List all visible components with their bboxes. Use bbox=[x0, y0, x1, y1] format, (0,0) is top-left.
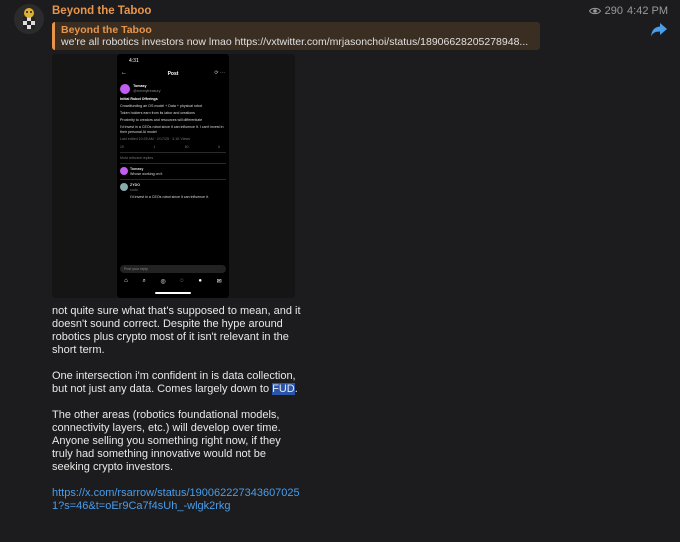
author-avatar bbox=[120, 84, 130, 94]
phone-post: Tomasy @tommytreasury Initial Robot Offe… bbox=[120, 84, 226, 200]
message-body: not quite sure what that's supposed to m… bbox=[52, 305, 302, 526]
home-icon: ⌂ bbox=[124, 278, 128, 284]
reply-preview[interactable]: Beyond the Taboo we're all robotics inve… bbox=[52, 22, 540, 50]
repost-count: 1 bbox=[153, 144, 156, 149]
highlighted-text[interactable]: FUD bbox=[272, 383, 295, 395]
paragraph-text: One intersection i'm confident in is dat… bbox=[52, 370, 296, 395]
messages-icon: ✉ bbox=[216, 279, 222, 285]
message-paragraph: not quite sure what that's supposed to m… bbox=[52, 305, 301, 356]
reply-author: Beyond the Taboo bbox=[61, 24, 152, 36]
post-line: Crowdfunding an OS model + Data + physic… bbox=[120, 104, 203, 109]
reply-body: Whose working on it bbox=[130, 171, 163, 176]
post-line: I'd invest in a CEOs robot since it can … bbox=[120, 125, 224, 134]
author-name: Tomasy bbox=[133, 84, 147, 88]
view-count: 290 bbox=[604, 5, 624, 17]
post-line: Proximity to creators and resources will… bbox=[120, 118, 203, 123]
home-indicator bbox=[155, 292, 191, 294]
phone-title: Post bbox=[167, 71, 179, 77]
divider bbox=[120, 179, 226, 181]
message-paragraph: One intersection i'm confident in is dat… bbox=[52, 370, 302, 396]
eye-icon bbox=[588, 7, 601, 15]
share-arrow-icon bbox=[651, 23, 667, 37]
post-meta: Last edited 10:25 AM · 2/17/25 · 3.1K Vi… bbox=[120, 137, 191, 142]
relevant-replies-label: Most relevant replies bbox=[120, 155, 154, 160]
share-button[interactable] bbox=[650, 22, 668, 38]
phone-header-icons: ⟳ ⋯ bbox=[214, 70, 225, 76]
phone-nav-bar: ⌂ ⌕ ◎ ◌ ● ✉ bbox=[117, 278, 229, 285]
channel-avatar[interactable] bbox=[14, 4, 44, 34]
screenshot-image[interactable]: 4:31 ← Post ⟳ ⋯ Tomasy @tommytreasury In… bbox=[52, 54, 295, 298]
phone-header: ← Post ⟳ ⋯ bbox=[117, 70, 229, 80]
paragraph-text: . bbox=[294, 383, 298, 395]
post-line: Token holders earn from its labor and cr… bbox=[120, 111, 195, 116]
reply-author-name: ZYDO bbox=[130, 183, 140, 188]
phone-screenshot: 4:31 ← Post ⟳ ⋯ Tomasy @tommytreasury In… bbox=[117, 54, 229, 298]
author-block: Tomasy @tommytreasury bbox=[133, 84, 160, 93]
divider bbox=[120, 163, 226, 165]
post-heading: Initial Robot Offerings bbox=[120, 97, 158, 101]
divider bbox=[120, 151, 226, 153]
reply-count: 19 bbox=[120, 144, 124, 149]
notifications-icon: ◌ bbox=[180, 278, 184, 284]
channel-name[interactable]: Beyond the Taboo bbox=[52, 5, 151, 17]
reply-avatar bbox=[120, 167, 128, 176]
communities-icon: ● bbox=[198, 278, 203, 284]
phone-reply: ZYDO sudo I'd invest in a CEOs robot sin… bbox=[120, 183, 226, 199]
bookmark-count: 6 bbox=[218, 144, 220, 149]
like-count: 60 bbox=[184, 144, 189, 149]
message-time: 4:42 PM bbox=[627, 5, 668, 17]
phone-reply: Tomasy Whose working on it bbox=[120, 167, 226, 176]
grok-icon: ◎ bbox=[160, 279, 166, 285]
message-paragraph: The other areas (robotics foundational m… bbox=[52, 409, 281, 473]
search-icon: ⌕ bbox=[142, 278, 146, 284]
post-actions: 19 1 60 6 bbox=[120, 145, 226, 149]
message-meta: 290 4:42 PM bbox=[588, 5, 668, 17]
phone-status-time: 4:31 bbox=[129, 58, 139, 64]
reply-avatar bbox=[120, 183, 128, 192]
reply-body: I'd invest in a CEOs robot since it can … bbox=[130, 195, 209, 200]
message-link[interactable]: https://x.com/rsarrow/status/19006222734… bbox=[52, 487, 300, 512]
author-handle: @tommytreasury bbox=[133, 88, 161, 93]
reply-text: we're all robotics investors now lmao ht… bbox=[61, 36, 529, 48]
phone-reply-input: Post your reply bbox=[120, 265, 226, 273]
reply-sub: sudo bbox=[130, 188, 138, 193]
reply-author-name: Tomasy bbox=[130, 167, 144, 172]
